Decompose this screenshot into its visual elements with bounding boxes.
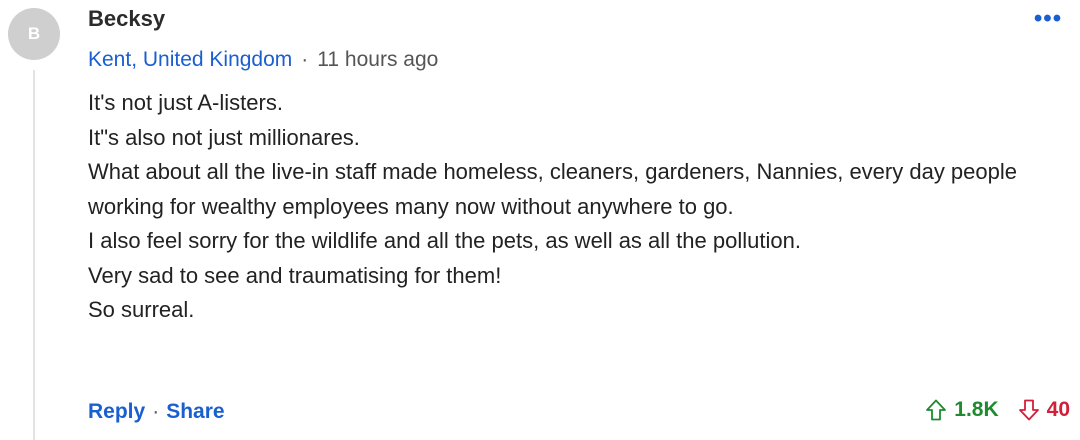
author-name[interactable]: Becksy (88, 6, 165, 32)
avatar-initial: B (27, 24, 41, 43)
comment-line: It's not just A-listers. (88, 90, 283, 115)
meta-separator: · (301, 48, 309, 71)
avatar[interactable]: B (8, 8, 60, 60)
upvote-button[interactable]: 1.8K (924, 398, 999, 422)
down-arrow-icon (1018, 399, 1039, 421)
up-arrow-icon (926, 399, 947, 421)
thread-line (33, 70, 35, 440)
share-button[interactable]: Share (166, 400, 224, 424)
comment-meta: Kent, United Kingdom · 11 hours ago (88, 48, 438, 72)
upvote-count: 1.8K (954, 398, 999, 421)
comment-line: Very sad to see and traumatising for the… (88, 262, 502, 288)
more-options-icon: ••• (1033, 5, 1063, 32)
comment-actions: Reply · Share (88, 400, 225, 424)
location-link[interactable]: Kent, United Kingdom (88, 48, 292, 72)
comment-line: It"s also not just millionares. (88, 124, 360, 150)
downvote-button[interactable]: 40 (1017, 398, 1070, 422)
comment-card: B Becksy ••• Kent, United Kingdom · 11 h… (0, 0, 1080, 440)
actions-separator: · (152, 400, 160, 423)
comment-line: So surreal. (88, 297, 195, 322)
comment-line: I also feel sorry for the wildlife and a… (88, 228, 801, 253)
timestamp: 11 hours ago (317, 48, 439, 71)
vote-controls: 1.8K 40 (924, 398, 1070, 422)
more-options-button[interactable]: ••• (1028, 4, 1068, 34)
reply-button[interactable]: Reply (88, 400, 145, 424)
comment-body: It's not just A-listers. It"s also not j… (88, 86, 1073, 328)
downvote-count: 40 (1046, 398, 1070, 421)
comment-line: What about all the live-in staff made ho… (88, 159, 1017, 219)
